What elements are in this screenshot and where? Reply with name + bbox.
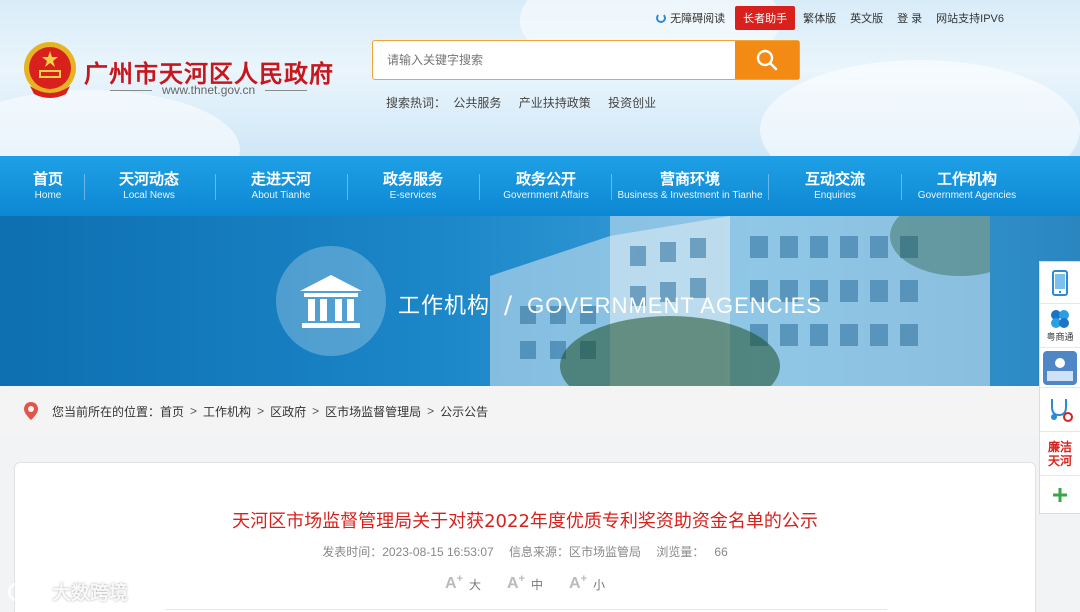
hot-term[interactable]: 投资创业 bbox=[608, 96, 656, 110]
nav-item-e-services[interactable]: 政务服务 E-services bbox=[368, 156, 458, 216]
nav-item-government-affairs[interactable]: 政务公开 Government Affairs bbox=[496, 156, 596, 216]
font-size-controls: A + 大 A + 中 A + 小 bbox=[15, 573, 1035, 593]
breadcrumb-label: 您当前所在的位置： bbox=[52, 404, 161, 419]
banner-title: 工作机构 / GOVERNMENT AGENCIES bbox=[398, 291, 822, 319]
login-link[interactable]: 登 录 bbox=[897, 10, 922, 26]
source-value: 区市场监管局 bbox=[569, 545, 642, 559]
publish-time: 2023-08-15 16:53:07 bbox=[382, 545, 494, 559]
nav-divider bbox=[611, 174, 612, 200]
accessibility-link[interactable]: 无障碍阅读 bbox=[656, 10, 725, 26]
accessibility-icon bbox=[656, 13, 667, 23]
nav-divider bbox=[84, 174, 85, 200]
consultation-button[interactable] bbox=[1040, 388, 1080, 432]
yueshangtong-icon bbox=[1051, 309, 1069, 328]
mobile-phone-icon bbox=[1052, 269, 1068, 296]
breadcrumb: 您当前所在的位置： 首页 > 工作机构 > 区政府 > 区市场监督管理局 > 公… bbox=[0, 386, 1080, 436]
hot-term[interactable]: 产业扶持政策 bbox=[519, 96, 591, 110]
traditional-chinese-link[interactable]: 繁体版 bbox=[803, 10, 836, 26]
service-app-icon bbox=[1043, 350, 1077, 385]
page-banner: 工作机构 / GOVERNMENT AGENCIES bbox=[0, 216, 1080, 386]
breadcrumb-item-district-government[interactable]: 区政府 bbox=[270, 403, 306, 420]
nav-divider bbox=[768, 174, 769, 200]
breadcrumb-item-home[interactable]: 首页 bbox=[160, 403, 184, 420]
banner-icon-circle bbox=[276, 246, 386, 356]
yueshangtong-button[interactable]: 粤商通 bbox=[1040, 304, 1080, 348]
nav-item-business-environment[interactable]: 营商环境 Business & Investment in Tianhe bbox=[614, 156, 766, 216]
font-size-small-button[interactable]: A + 小 bbox=[569, 573, 605, 593]
nav-divider bbox=[901, 174, 902, 200]
location-pin-icon bbox=[24, 402, 38, 420]
search-box bbox=[372, 40, 800, 80]
hot-search-label: 搜索热词： bbox=[386, 96, 447, 110]
watermark-logo-icon bbox=[8, 582, 48, 601]
nav-divider bbox=[215, 174, 216, 200]
breadcrumb-item-announcements[interactable]: 公示公告 bbox=[440, 403, 488, 420]
article-divider bbox=[165, 609, 887, 610]
publish-time-label: 发表时间： bbox=[322, 545, 383, 559]
elder-helper-button[interactable]: 长者助手 bbox=[735, 6, 796, 30]
search-button[interactable] bbox=[735, 41, 799, 79]
service-app-button[interactable] bbox=[1040, 348, 1080, 388]
nav-item-government-agencies[interactable]: 工作机构 Government Agencies bbox=[908, 156, 1026, 216]
breadcrumb-item-agencies[interactable]: 工作机构 bbox=[203, 403, 251, 420]
government-building-icon bbox=[300, 275, 362, 328]
views-count: 66 bbox=[714, 545, 728, 559]
english-link[interactable]: 英文版 bbox=[850, 10, 883, 26]
font-size-large-button[interactable]: A + 大 bbox=[445, 573, 481, 593]
national-emblem-logo[interactable] bbox=[22, 40, 78, 100]
article-card: 天河区市场监督管理局关于对获2022年度优质专利奖资助资金名单的公示 发表时间：… bbox=[14, 462, 1036, 612]
hot-term[interactable]: 公共服务 bbox=[453, 96, 501, 110]
hot-search-terms: 搜索热词： 公共服务 产业扶持政策 投资创业 bbox=[386, 94, 670, 111]
font-size-medium-button[interactable]: A + 中 bbox=[507, 573, 543, 593]
article-meta: 发表时间：2023-08-15 16:53:07 信息来源：区市场监管局 浏览量… bbox=[15, 543, 1035, 560]
plus-icon bbox=[1053, 488, 1067, 502]
lianjie-tianhe-button[interactable]: 廉洁 天河 bbox=[1040, 432, 1080, 476]
main-nav: 首页 Home 天河动态 Local News 走进天河 About Tianhe 政… bbox=[0, 156, 1080, 216]
right-float-bar: 粤商通 廉洁 天河 bbox=[1039, 261, 1080, 514]
top-links: 无障碍阅读 长者助手 繁体版 英文版 登 录 网站支持IPV6 bbox=[642, 6, 1004, 30]
watermark: 大数跨境 bbox=[8, 578, 128, 605]
expand-button[interactable] bbox=[1040, 476, 1080, 514]
search-icon bbox=[756, 49, 778, 71]
nav-divider bbox=[479, 174, 480, 200]
nav-item-about-tianhe[interactable]: 走进天河 About Tianhe bbox=[236, 156, 326, 216]
nav-item-local-news[interactable]: 天河动态 Local News bbox=[104, 156, 194, 216]
views-label: 浏览量： bbox=[656, 545, 705, 559]
nav-item-home[interactable]: 首页 Home bbox=[18, 156, 78, 216]
site-url: www.thnet.gov.cn bbox=[100, 83, 317, 97]
nav-item-enquiries[interactable]: 互动交流 Enquiries bbox=[790, 156, 880, 216]
ipv6-link[interactable]: 网站支持IPV6 bbox=[936, 10, 1004, 26]
breadcrumb-item-market-regulation[interactable]: 区市场监督管理局 bbox=[325, 403, 421, 420]
article-title: 天河区市场监督管理局关于对获2022年度优质专利奖资助资金名单的公示 bbox=[232, 511, 818, 532]
stethoscope-icon bbox=[1051, 398, 1073, 422]
source-label: 信息来源： bbox=[509, 545, 570, 559]
mobile-version-button[interactable] bbox=[1040, 262, 1080, 304]
search-input[interactable] bbox=[373, 41, 733, 79]
site-header: 无障碍阅读 长者助手 繁体版 英文版 登 录 网站支持IPV6 广州市天河区人民… bbox=[0, 0, 1080, 156]
nav-divider bbox=[347, 174, 348, 200]
